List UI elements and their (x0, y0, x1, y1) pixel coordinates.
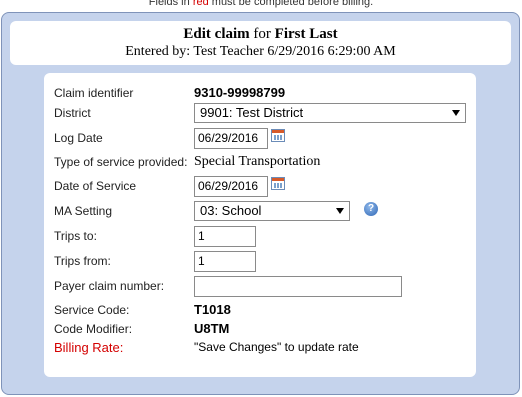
notice-highlight: red (192, 0, 209, 8)
trips-to-label: Trips to: (54, 229, 97, 243)
payer-claim-number-input[interactable] (194, 276, 402, 297)
claim-form: Claim identifier 9310-99998799 District … (44, 73, 476, 377)
ma-setting-selected-value: 03: School (200, 203, 262, 218)
claim-identifier-label: Claim identifier (54, 86, 134, 100)
chevron-down-icon (336, 208, 344, 214)
calendar-icon[interactable] (271, 129, 285, 142)
district-selected-value: 9901: Test District (200, 105, 304, 120)
district-row: District 9901: Test District (54, 102, 474, 124)
billing-rate-label: Billing Rate: (54, 340, 124, 355)
claim-identifier-value: 9310-99998799 (194, 85, 286, 100)
billing-rate-value: "Save Changes" to update rate (194, 340, 359, 354)
log-date-label: Log Date (54, 131, 103, 145)
date-of-service-input[interactable]: 06/29/2016 (194, 176, 268, 197)
page-title: Edit claim for First Last (10, 21, 511, 43)
code-modifier-label: Code Modifier: (54, 322, 133, 336)
code-modifier-value: U8TM (194, 321, 230, 336)
district-select[interactable]: 9901: Test District (194, 103, 466, 123)
trips-from-label: Trips from: (54, 254, 111, 268)
claim-identifier-row: Claim identifier 9310-99998799 (54, 82, 474, 104)
service-code-value: T1018 (194, 302, 231, 317)
service-code-label: Service Code: (54, 303, 130, 317)
calendar-icon[interactable] (271, 177, 285, 190)
trips-to-input[interactable]: 1 (194, 226, 256, 247)
help-icon[interactable]: ? (364, 202, 378, 216)
trips-to-row: Trips to: 1 (54, 225, 474, 247)
payer-claim-number-row: Payer claim number: (54, 275, 474, 297)
ma-setting-row: MA Setting 03: School ? (54, 200, 474, 222)
edit-claim-panel: Edit claim for First Last Entered by: Te… (1, 12, 520, 395)
title-prefix: Edit claim (183, 26, 250, 42)
service-type-label: Type of service provided: (54, 155, 188, 169)
date-of-service-row: Date of Service 06/29/2016 (54, 175, 474, 197)
payer-claim-number-label: Payer claim number: (54, 279, 165, 293)
entered-by: Entered by: Test Teacher 6/29/2016 6:29:… (125, 44, 396, 59)
chevron-down-icon (452, 110, 460, 116)
service-type-value: Special Transportation (194, 154, 321, 169)
required-fields-notice: Fields in red must be completed before b… (0, 0, 522, 9)
notice-suffix: must be completed before billing. (208, 0, 374, 8)
log-date-row: Log Date 06/29/2016 (54, 127, 474, 149)
date-of-service-label: Date of Service (54, 179, 137, 193)
district-label: District (54, 106, 91, 120)
trips-from-row: Trips from: 1 (54, 250, 474, 272)
notice-prefix: Fields in (148, 0, 193, 8)
ma-setting-select[interactable]: 03: School (194, 201, 350, 221)
ma-setting-label: MA Setting (54, 204, 113, 218)
title-for: for (249, 26, 275, 42)
trips-from-input[interactable]: 1 (194, 251, 256, 272)
patient-name: First Last (274, 26, 338, 42)
service-type-row: Type of service provided: Special Transp… (54, 151, 474, 173)
log-date-input[interactable]: 06/29/2016 (194, 128, 268, 149)
billing-rate-row: Billing Rate: "Save Changes" to update r… (54, 337, 474, 359)
claim-header: Edit claim for First Last Entered by: Te… (10, 21, 511, 65)
